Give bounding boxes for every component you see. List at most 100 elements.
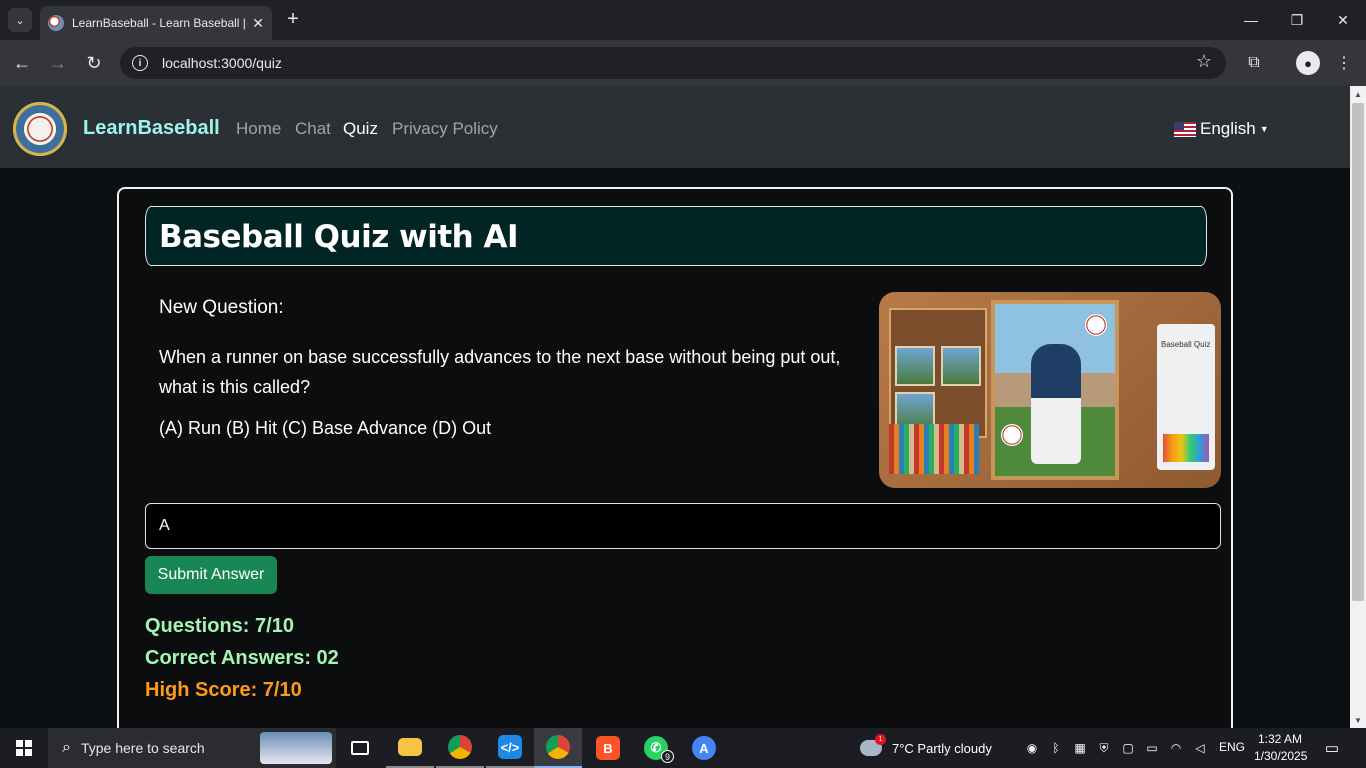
nav-home-link[interactable]: Home — [236, 119, 281, 139]
browser-tab-strip: ⌄ LearnBaseball - Learn Baseball | ✕ + —… — [0, 0, 1366, 40]
whatsapp-button[interactable]: ✆ 9 — [632, 728, 680, 768]
browser-toolbar: ← → ↻ i localhost:3000/quiz ☆ ⧉ ● ⋮ — [0, 40, 1366, 86]
extensions-puzzle-icon[interactable]: ⧉ — [1242, 51, 1266, 75]
weather-text: 7°C Partly cloudy — [892, 740, 992, 756]
taskbar-clock[interactable]: 1:32 AM 1/30/2025 — [1254, 731, 1308, 765]
close-tab-icon[interactable]: ✕ — [252, 15, 264, 32]
quiz-illustration: Baseball Quiz — [879, 292, 1221, 488]
upwork-tray-icon[interactable]: ◉ — [1024, 740, 1040, 756]
taskbar-search-box[interactable]: ⌕ Type here to search — [48, 728, 336, 768]
browser-tab[interactable]: LearnBaseball - Learn Baseball | ✕ — [40, 6, 272, 40]
illustration-batter-painting — [991, 300, 1119, 480]
scroll-up-arrow-icon[interactable]: ▲ — [1350, 86, 1366, 102]
clock-time: 1:32 AM — [1257, 732, 1303, 746]
close-window-icon[interactable]: ✕ — [1320, 0, 1366, 40]
restore-icon[interactable]: ❐ — [1274, 0, 1320, 40]
minimize-icon[interactable]: — — [1228, 0, 1274, 40]
clock-date: 1/30/2025 — [1254, 749, 1308, 763]
caret-down-icon: ▼ — [1259, 124, 1269, 134]
scroll-thumb[interactable] — [1352, 103, 1364, 601]
illustration-photo — [941, 346, 981, 386]
site-info-icon[interactable]: i — [132, 55, 148, 71]
chrome-icon — [448, 735, 472, 759]
windows-taskbar: ⌕ Type here to search </> B ✆ 9 A 1 7°C … — [0, 728, 1366, 768]
input-language-indicator[interactable]: ENG — [1219, 740, 1245, 754]
volume-tray-icon[interactable]: ◁ — [1192, 740, 1208, 756]
back-arrow-icon[interactable]: ← — [10, 51, 34, 75]
correct-answers-count: Correct Answers: 02 — [145, 647, 339, 669]
notifications-icon[interactable]: ▭ — [1322, 738, 1342, 758]
language-dropdown[interactable]: English ▼ — [1174, 119, 1269, 139]
search-highlight-image[interactable] — [260, 732, 332, 764]
task-view-button[interactable] — [336, 728, 384, 768]
brave-button[interactable]: B — [584, 728, 632, 768]
quiz-title: Baseball Quiz with AI — [159, 219, 519, 255]
answer-options: (A) Run (B) Hit (C) Base Advance (D) Out — [159, 418, 492, 438]
scroll-down-arrow-icon[interactable]: ▼ — [1350, 712, 1366, 728]
battery-tray-icon[interactable]: ▭ — [1144, 740, 1160, 756]
baseball-icon — [1085, 314, 1107, 336]
nav-quiz-link[interactable]: Quiz — [343, 119, 378, 139]
bookmark-star-icon[interactable]: ☆ — [1196, 51, 1212, 72]
weather-widget[interactable]: 1 7°C Partly cloudy — [860, 728, 992, 768]
partly-cloudy-icon: 1 — [860, 734, 886, 756]
illustration-shelf — [889, 308, 987, 438]
page-scrollbar[interactable]: ▲ ▼ — [1350, 86, 1366, 728]
question-label: New Question: — [159, 297, 284, 318]
forward-arrow-icon[interactable]: → — [46, 51, 70, 75]
nav-chat-link[interactable]: Chat — [295, 119, 331, 139]
brave-lion-icon: B — [596, 736, 620, 760]
chrome-profile-button[interactable] — [534, 728, 582, 768]
high-score: High Score: 7/10 — [145, 679, 302, 701]
vscode-button[interactable]: </> — [486, 728, 534, 768]
illustration-photo — [895, 346, 935, 386]
us-flag-icon — [1174, 121, 1196, 137]
answer-input[interactable] — [145, 503, 1221, 549]
tab-search-chevron-icon[interactable]: ⌄ — [8, 8, 32, 32]
brand-name[interactable]: LearnBaseball — [83, 117, 220, 140]
address-url[interactable]: localhost:3000/quiz — [162, 55, 282, 71]
address-bar[interactable]: i localhost:3000/quiz ☆ — [120, 47, 1226, 79]
quiz-card: Baseball Quiz with AI New Question: When… — [117, 187, 1233, 728]
start-button[interactable] — [0, 728, 48, 768]
language-label: English — [1200, 119, 1256, 138]
tab-title: LearnBaseball - Learn Baseball | — [72, 16, 246, 30]
windows-logo-icon — [16, 740, 32, 756]
file-explorer-button[interactable] — [386, 728, 434, 768]
network-app-tray-icon[interactable]: ▦ — [1072, 740, 1088, 756]
chrome-profile-icon — [546, 735, 570, 759]
illustration-color-swatches — [1163, 434, 1209, 462]
task-view-icon — [351, 741, 369, 755]
page-viewport: LearnBaseball Home Chat Quiz Privacy Pol… — [0, 86, 1350, 728]
new-tab-plus-icon[interactable]: + — [282, 8, 304, 30]
questions-count: Questions: 7/10 — [145, 615, 294, 637]
taskbar-search-placeholder: Type here to search — [80, 740, 205, 756]
site-navbar: LearnBaseball Home Chat Quiz Privacy Pol… — [0, 86, 1350, 168]
illustration-panel-title: Baseball Quiz — [1161, 340, 1211, 349]
weather-alert-badge: 1 — [875, 734, 886, 745]
illustration-app-panel: Baseball Quiz — [1157, 324, 1215, 470]
quiz-header: Baseball Quiz with AI — [145, 206, 1207, 266]
baseball-icon — [1001, 424, 1023, 446]
question-text: When a runner on base successfully advan… — [159, 347, 841, 397]
baseball-logo-icon[interactable] — [12, 101, 68, 157]
chrome-button[interactable] — [436, 728, 484, 768]
wifi-tray-icon[interactable]: ◠ — [1168, 740, 1184, 756]
illustration-pencils — [889, 424, 979, 474]
nav-privacy-link[interactable]: Privacy Policy — [392, 119, 498, 139]
whatsapp-badge: 9 — [661, 750, 674, 763]
submit-answer-button[interactable]: Submit Answer — [145, 556, 277, 594]
android-studio-icon: A — [692, 736, 716, 760]
illustration-batter — [1031, 344, 1081, 464]
folder-icon — [398, 738, 422, 756]
security-shield-tray-icon[interactable]: ⛨ — [1096, 740, 1112, 756]
reload-icon[interactable]: ↻ — [82, 51, 106, 75]
meet-now-tray-icon[interactable]: ▢ — [1120, 740, 1136, 756]
browser-menu-icon[interactable]: ⋮ — [1332, 51, 1356, 75]
vscode-icon: </> — [498, 735, 522, 759]
search-icon: ⌕ — [62, 739, 71, 756]
baseball-favicon-icon — [48, 15, 64, 31]
profile-avatar-icon[interactable]: ● — [1296, 51, 1320, 75]
bluetooth-tray-icon[interactable]: ᛒ — [1048, 740, 1064, 756]
android-studio-button[interactable]: A — [680, 728, 728, 768]
